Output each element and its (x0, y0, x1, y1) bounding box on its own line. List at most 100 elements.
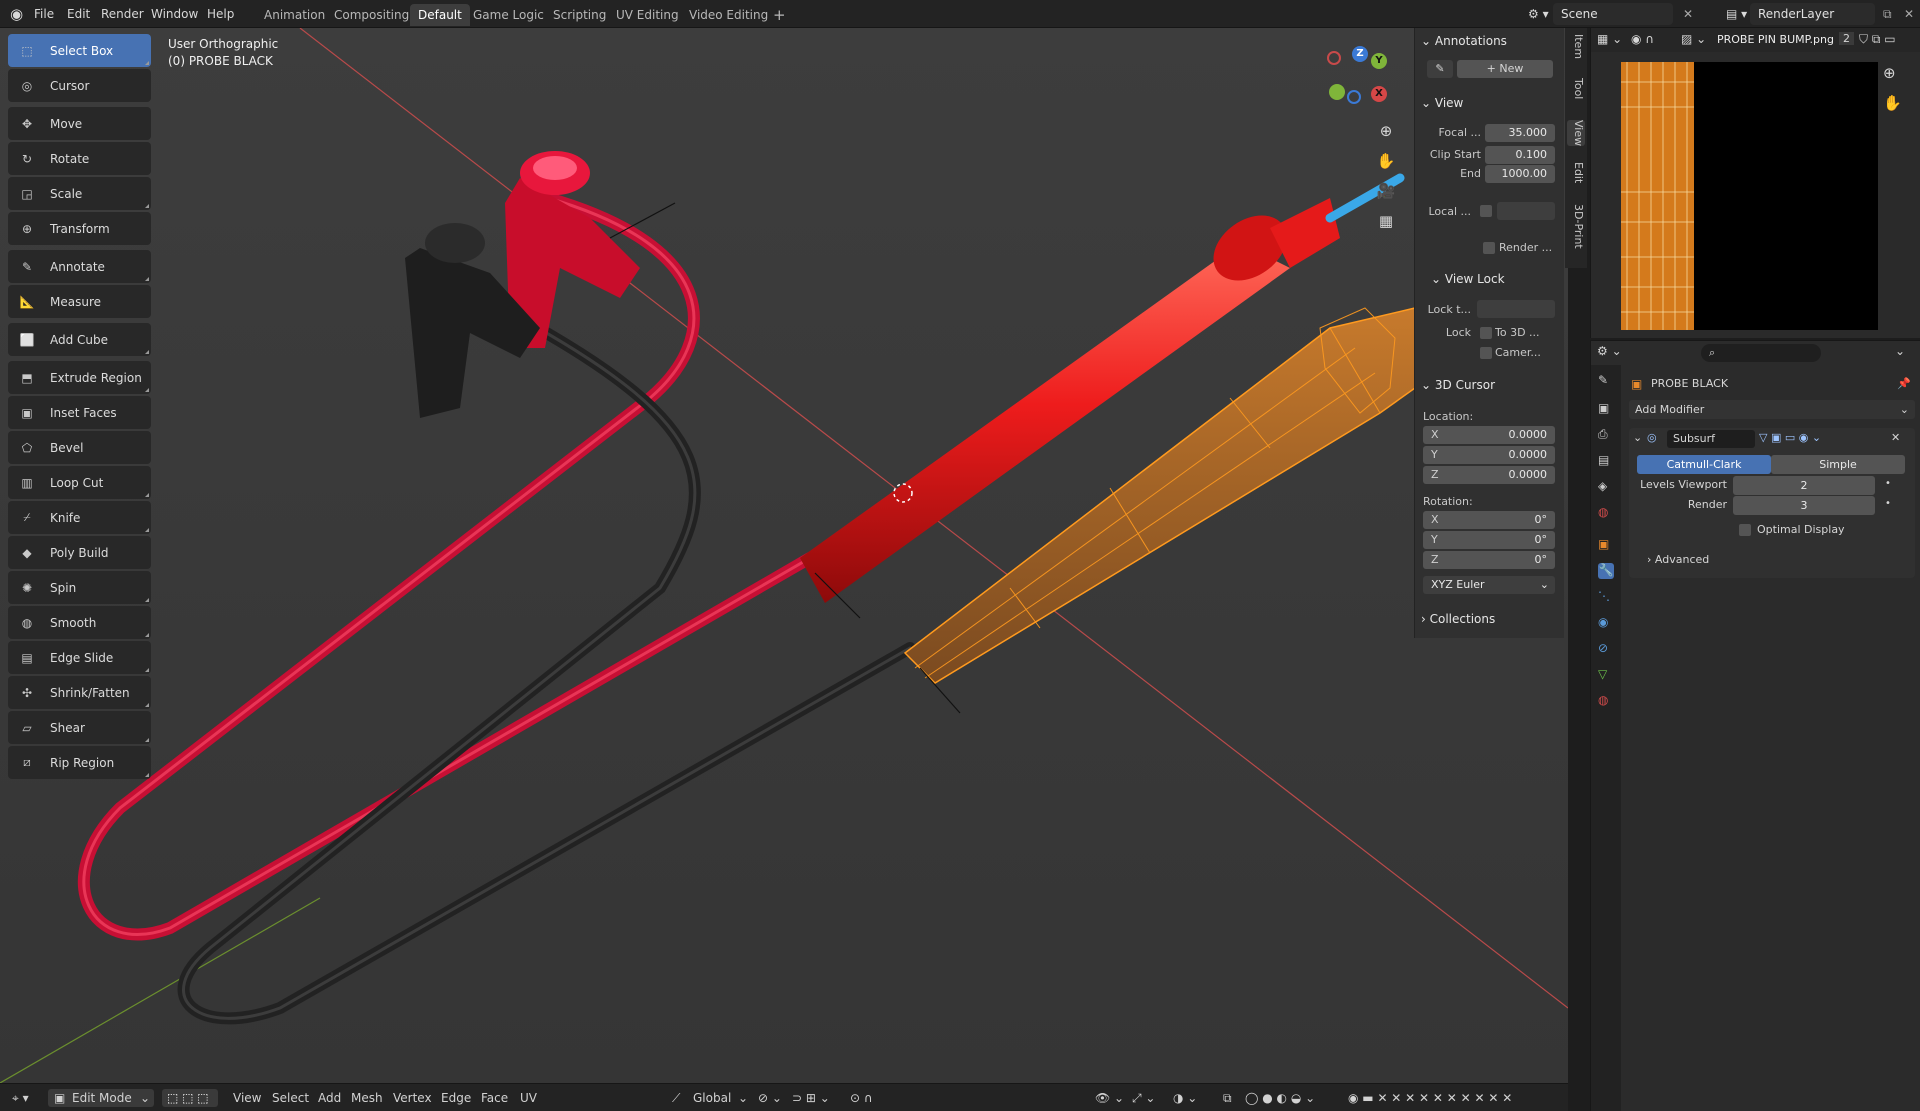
gizmo-neg-x[interactable] (1327, 51, 1341, 65)
image-name[interactable]: PROBE PIN BUMP.png (1717, 33, 1834, 46)
tool-spin[interactable]: ✺ Spin (8, 571, 151, 604)
menu-file[interactable]: File (28, 0, 60, 28)
tab-animation[interactable]: Animation (256, 4, 333, 26)
menu-uv[interactable]: UV (520, 1084, 537, 1111)
menu-edge[interactable]: Edge (441, 1084, 471, 1111)
cursor-rot-x-field[interactable]: X 0° (1423, 511, 1555, 529)
tab-video-editing[interactable]: Video Editing (681, 4, 776, 26)
snap-icon[interactable]: ⊃ ⊞ ⌄ (792, 1084, 830, 1111)
image-browse-icon[interactable]: ▨ ⌄ (1681, 32, 1706, 46)
proportional-edit-icon[interactable]: ⊙ ∩ (850, 1084, 873, 1111)
tool-bevel[interactable]: ⬠ Bevel (8, 431, 151, 464)
cursor-loc-y-field[interactable]: Y 0.0000 (1423, 446, 1555, 464)
render-region-checkbox[interactable] (1483, 242, 1495, 254)
levels-viewport-field[interactable]: 2 (1733, 476, 1875, 495)
particles-props-icon[interactable]: ⋱ (1598, 589, 1614, 605)
rotation-mode-dropdown[interactable]: XYZ Euler ⌄ (1423, 576, 1555, 594)
menu-add[interactable]: Add (318, 1084, 341, 1111)
close-icon[interactable]: ✕ (1891, 431, 1900, 444)
focal-field[interactable]: 35.000 (1485, 124, 1555, 142)
image-display-icon[interactable]: ◉ ∩ (1631, 32, 1654, 46)
advanced-subpanel[interactable]: › Advanced (1647, 553, 1709, 566)
modifier-name-field[interactable]: Subsurf (1667, 430, 1755, 448)
view-layer-copy-icon[interactable]: ⧉ (1877, 0, 1898, 28)
tool-inset-faces[interactable]: ▣ Inset Faces (8, 396, 151, 429)
keyframe-dot-icon[interactable]: • (1885, 478, 1891, 489)
ortho-grid-icon[interactable]: ▦ (1375, 210, 1397, 232)
menu-help[interactable]: Help (201, 0, 240, 28)
tool-shrink-fatten[interactable]: ✣ Shrink/Fatten (8, 676, 151, 709)
cursor-loc-x-field[interactable]: X 0.0000 (1423, 426, 1555, 444)
gizmo-toggle-icon[interactable]: ⤢ ⌄ (1132, 1084, 1155, 1111)
add-workspace-button[interactable]: + (765, 4, 794, 26)
world-props-icon[interactable]: ◍ (1598, 505, 1614, 521)
tool-props-icon[interactable]: ✎ (1598, 373, 1614, 389)
view-header[interactable]: ⌄ View (1421, 96, 1463, 110)
tool-move[interactable]: ✥ Move (8, 107, 151, 140)
gizmo-neg-y[interactable] (1329, 84, 1345, 100)
pin-icon[interactable]: 📌 (1897, 377, 1911, 390)
tab-edit[interactable]: Edit (1567, 162, 1585, 183)
tool-measure[interactable]: 📐 Measure (8, 285, 151, 318)
modifier-visibility-icons[interactable]: ▽ ▣ ▭ ◉ ⌄ (1759, 431, 1821, 444)
optimal-display-checkbox[interactable] (1739, 524, 1751, 536)
keyframe-dot-icon[interactable]: • (1885, 498, 1891, 509)
cursor-loc-z-field[interactable]: Z 0.0000 (1423, 466, 1555, 484)
collections-header[interactable]: › Collections (1421, 612, 1495, 626)
scene-icon[interactable]: ⚙ ▾ (1522, 0, 1555, 28)
menu-face[interactable]: Face (481, 1084, 508, 1111)
view-lock-header[interactable]: ⌄ View Lock (1431, 272, 1505, 286)
overlay-icon[interactable]: ◑ ⌄ (1173, 1084, 1197, 1111)
gizmo-z[interactable]: Z (1352, 46, 1368, 62)
editor-type-icon[interactable]: ▦ ⌄ (1597, 32, 1622, 46)
view-layer-close-icon[interactable]: ✕ (1898, 0, 1920, 28)
tab-uv-editing[interactable]: UV Editing (608, 4, 687, 26)
tool-knife[interactable]: ⌿ Knife (8, 501, 151, 534)
lock-to-object-field[interactable] (1477, 300, 1555, 318)
zoom-icon[interactable]: ⊕ (1375, 120, 1397, 142)
constraints-props-icon[interactable]: ⊘ (1598, 641, 1614, 657)
modifier-props-icon[interactable]: 🔧 (1598, 563, 1614, 579)
tool-smooth[interactable]: ◍ Smooth (8, 606, 151, 639)
tab-item[interactable]: Item (1567, 34, 1585, 59)
orientation-icon[interactable]: ⟋ (672, 1084, 680, 1111)
output-props-icon[interactable]: ⎙ (1598, 427, 1614, 443)
clip-start-field[interactable]: 0.100 (1485, 146, 1555, 164)
xray-icon[interactable]: ⧉ (1223, 1084, 1232, 1111)
editor-type-icon[interactable]: ⚙ ⌄ (1597, 344, 1622, 358)
new-annotation-button[interactable]: + New (1457, 60, 1553, 78)
menu-mesh[interactable]: Mesh (351, 1084, 383, 1111)
collapse-icon[interactable]: ⌄ (1633, 431, 1642, 444)
menu-edit[interactable]: Edit (61, 0, 96, 28)
material-props-icon[interactable]: ◍ (1598, 693, 1614, 709)
tab-compositing[interactable]: Compositing (326, 4, 417, 26)
annotation-brush-icon[interactable]: ✎ (1427, 60, 1453, 78)
scene-selector[interactable]: Scene (1553, 3, 1673, 25)
vertex-select-icon[interactable]: ⬚ ⬚ ⬚ (167, 1084, 209, 1111)
add-modifier-dropdown[interactable]: Add Modifier ⌄ (1629, 400, 1915, 419)
local-camera-field[interactable] (1497, 202, 1555, 220)
orientation-dropdown[interactable]: Global (693, 1084, 731, 1111)
mesh-edit-overlays-icon[interactable]: ◉ ▬ ✕ ✕ ✕ ✕ ✕ ✕ ✕ ✕ ✕ ✕ (1348, 1084, 1512, 1111)
lock-to-3d-cursor-checkbox[interactable] (1480, 327, 1492, 339)
3d-viewport[interactable]: User Orthographic (0) PROBE BLACK ⬚ Selec… (0, 28, 1568, 1083)
tool-select-box[interactable]: ⬚ Select Box (8, 34, 151, 67)
cursor-rot-y-field[interactable]: Y 0° (1423, 531, 1555, 549)
lock-camera-checkbox[interactable] (1480, 347, 1492, 359)
view-layer-icon[interactable]: ▤ ▾ (1720, 0, 1753, 28)
chevron-down-icon[interactable]: ⌄ (1895, 344, 1905, 358)
tab-tool[interactable]: Tool (1567, 78, 1585, 99)
scene-close-icon[interactable]: ✕ (1677, 0, 1699, 28)
gizmo-x[interactable]: X (1371, 86, 1387, 102)
object-props-icon[interactable]: ▣ (1598, 537, 1614, 553)
menu-select[interactable]: Select (272, 1084, 309, 1111)
tool-rotate[interactable]: ↻ Rotate (8, 142, 151, 175)
tool-loop-cut[interactable]: ▥ Loop Cut (8, 466, 151, 499)
cursor-rot-z-field[interactable]: Z 0° (1423, 551, 1555, 569)
scene-props-icon[interactable]: ◈ (1598, 479, 1614, 495)
simple-button[interactable]: Simple (1771, 455, 1905, 474)
tab-game-logic[interactable]: Game Logic (465, 4, 552, 26)
blender-logo-icon[interactable]: ◉ (4, 0, 29, 28)
tool-add-cube[interactable]: ⬜ Add Cube (8, 323, 151, 356)
tool-rip-region[interactable]: ⧄ Rip Region (8, 746, 151, 779)
